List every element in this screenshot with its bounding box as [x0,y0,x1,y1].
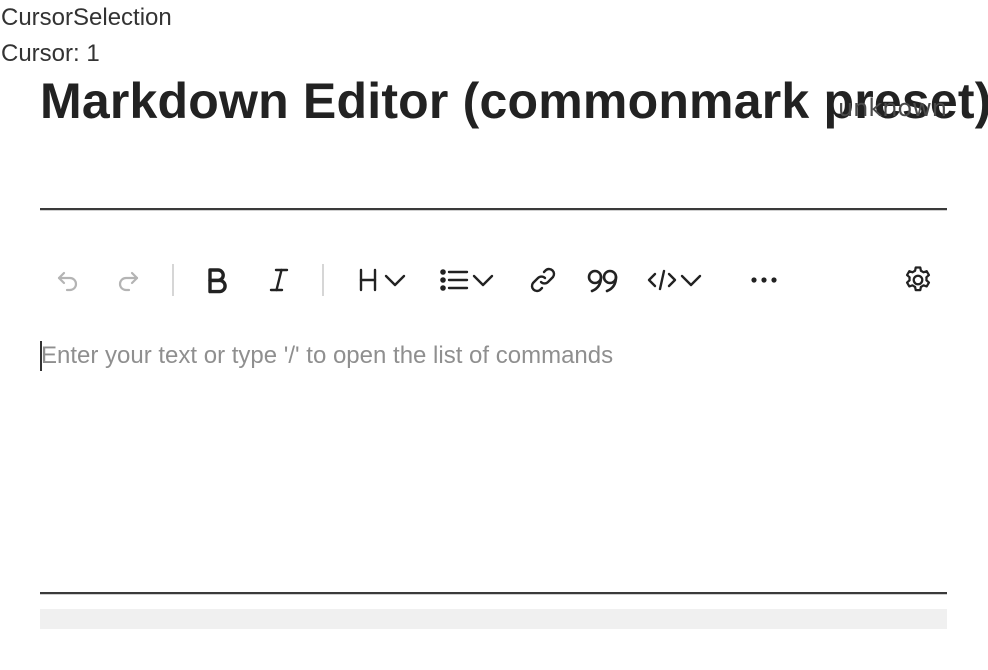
bold-button[interactable] [200,260,234,300]
chevron-down-icon [680,274,702,287]
undo-button[interactable] [52,260,84,300]
code-dropdown[interactable] [644,260,706,300]
undo-icon [57,271,78,292]
link-button[interactable] [526,260,560,300]
quote-icon [587,269,618,293]
italic-button[interactable] [262,260,296,300]
editor-toolbar [40,254,947,306]
toolbar-separator [172,264,174,296]
gear-icon [905,266,931,292]
redo-button[interactable] [112,260,144,300]
cursor-position: Cursor: 1 [1,40,100,67]
redo-icon [118,271,139,292]
bottom-divider [40,592,947,594]
text-cursor [40,341,42,371]
chevron-down-icon [384,274,406,287]
editor-content-area[interactable]: Enter your text or type '/' to open the … [40,330,947,584]
toolbar-separator [322,264,324,296]
italic-icon [269,268,289,292]
code-icon [647,269,677,291]
settings-button[interactable] [900,260,936,300]
debug-title: CursorSelection [1,4,172,31]
chevron-down-icon [472,274,494,287]
mode-label: unknown [837,94,947,122]
heading-dropdown[interactable] [352,260,412,300]
more-options-button[interactable] [746,260,782,300]
list-dropdown[interactable] [436,260,498,300]
heading-icon [359,268,377,292]
top-divider [40,208,947,210]
more-icon [751,277,777,283]
link-icon [530,267,556,293]
quote-button[interactable] [584,260,622,300]
status-bar [40,609,947,629]
editor-placeholder: Enter your text or type '/' to open the … [41,342,614,369]
list-icon [440,269,469,291]
bold-icon [208,268,227,294]
